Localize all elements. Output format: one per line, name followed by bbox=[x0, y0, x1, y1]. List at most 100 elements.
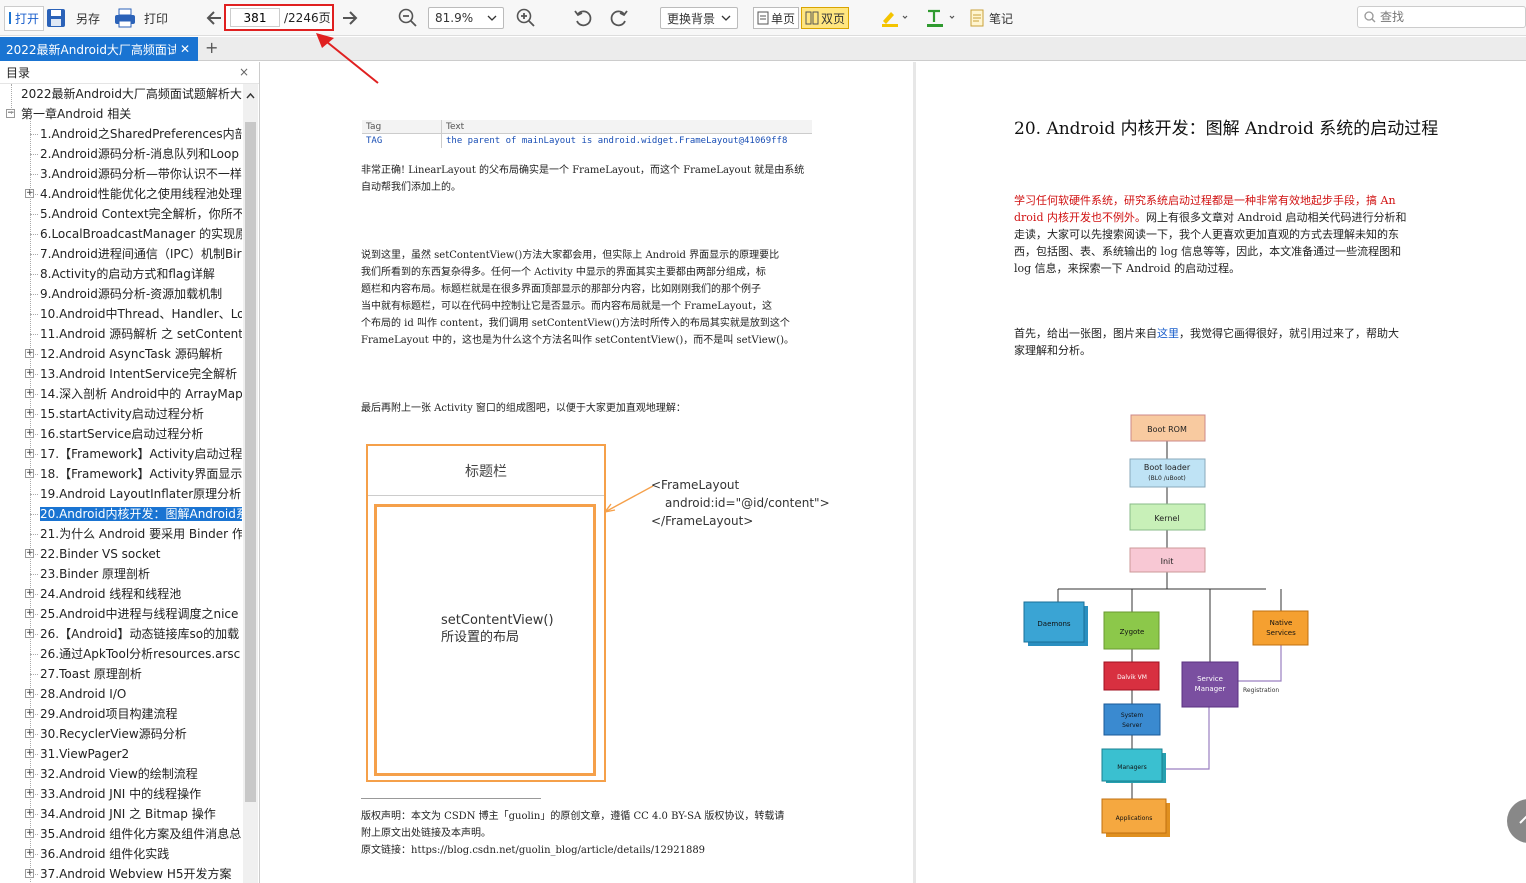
zoom-select[interactable]: 81.9% bbox=[428, 4, 504, 32]
paragraph: 最后再附上一张 Activity 窗口的组成图吧，以便于大家更加直观地理解： bbox=[361, 403, 686, 414]
print-button[interactable]: 打印 bbox=[114, 4, 168, 32]
rotate-left-button[interactable] bbox=[573, 4, 593, 32]
page-number-box: /2246页 bbox=[224, 4, 334, 31]
toc-item[interactable]: 14.深入剖析 Android中的 ArrayMap bbox=[40, 384, 242, 404]
toc-item[interactable]: 20.Android内核开发：图解Android系 bbox=[40, 504, 242, 524]
page-number-input[interactable] bbox=[230, 8, 280, 27]
toc-item[interactable]: 1.Android之SharedPreferences内部 bbox=[40, 124, 242, 144]
toc-item[interactable]: 27.Toast 原理剖析 bbox=[40, 664, 242, 684]
search-icon bbox=[1364, 11, 1376, 23]
add-tab-icon[interactable]: + bbox=[205, 38, 218, 57]
double-page-icon bbox=[805, 11, 819, 25]
saveas-button[interactable]: 另存 bbox=[46, 4, 100, 32]
applications-label: Applications bbox=[1116, 815, 1153, 822]
toc-item[interactable]: 23.Binder 原理剖析 bbox=[40, 564, 242, 584]
toc-item[interactable]: 26.通过ApkTool分析resources.arsc bbox=[40, 644, 242, 664]
toc-item[interactable]: 16.startService启动过程分析 bbox=[40, 424, 242, 444]
toc-item[interactable]: 36.Android 组件化实践 bbox=[40, 844, 242, 864]
close-icon[interactable]: × bbox=[239, 65, 249, 79]
toc-item[interactable]: 18.【Framework】Activity界面显示全 bbox=[40, 464, 242, 484]
zoom-in-icon bbox=[516, 8, 535, 27]
toc-item[interactable]: 25.Android中进程与线程调度之nice bbox=[40, 604, 242, 624]
toc-item[interactable]: 32.Android View的绘制流程 bbox=[40, 764, 242, 784]
open-button[interactable]: 打开 bbox=[4, 4, 45, 32]
single-page-button[interactable]: 单页 bbox=[753, 4, 800, 32]
scrollbar-thumb[interactable] bbox=[245, 122, 256, 802]
search-box[interactable] bbox=[1357, 6, 1526, 28]
toc-item[interactable]: 30.RecyclerView源码分析 bbox=[40, 724, 242, 744]
arrow-right-icon bbox=[343, 11, 358, 25]
activity-window-figure: 标题栏 setContentView() 所设置的布局 bbox=[366, 444, 606, 782]
document-viewer: Tag Text TAG the parent of mainLayout is… bbox=[261, 62, 1526, 883]
text-color-button[interactable] bbox=[925, 4, 957, 32]
prev-page-button[interactable] bbox=[205, 4, 223, 32]
chevron-up-icon[interactable] bbox=[246, 88, 255, 102]
tab-bar: 2022最新Android大厂高频面试 ✕ + bbox=[0, 37, 1526, 61]
toc-item[interactable]: 11.Android 源码解析 之 setContent bbox=[40, 324, 242, 344]
toc-item[interactable]: 17.【Framework】Activity启动过程全 bbox=[40, 444, 242, 464]
toc-scrollbar[interactable] bbox=[243, 84, 258, 883]
toc-item[interactable]: 12.Android AsyncTask 源码解析 bbox=[40, 344, 242, 364]
close-icon[interactable]: ✕ bbox=[180, 42, 190, 56]
toc-item[interactable]: 10.Android中Thread、Handler、Lo bbox=[40, 304, 242, 324]
document-tab[interactable]: 2022最新Android大厂高频面试 ✕ bbox=[0, 37, 198, 61]
native-services-label-2: Services bbox=[1266, 629, 1296, 637]
toc-header: 目录 × bbox=[0, 62, 259, 84]
boot-rom-label: Boot ROM bbox=[1147, 425, 1187, 434]
toc-item[interactable]: 24.Android 线程和线程池 bbox=[40, 584, 242, 604]
zoom-out-icon bbox=[398, 8, 417, 27]
search-input[interactable] bbox=[1380, 10, 1510, 24]
native-services-label-1: Native bbox=[1270, 619, 1293, 627]
boot-diagram: Boot ROM Boot loader (BL0 /uBoot) Kernel… bbox=[1023, 414, 1309, 837]
toc-item[interactable]: 7.Android进程间通信（IPC）机制Bir bbox=[40, 244, 242, 264]
log-table: Tag Text TAG the parent of mainLayout is… bbox=[362, 120, 812, 148]
toc-item[interactable]: 22.Binder VS socket bbox=[40, 544, 242, 564]
toc-item[interactable]: 28.Android I/O bbox=[40, 684, 242, 704]
double-page-button[interactable]: 双页 bbox=[801, 4, 850, 32]
toc-item[interactable]: 26.【Android】动态链接库so的加载 bbox=[40, 624, 242, 644]
content-region: setContentView() 所设置的布局 bbox=[374, 504, 596, 776]
paragraph: 非常正确! LinearLayout 的父布局确实是一个 FrameLayout… bbox=[361, 165, 805, 193]
toc-item[interactable]: 21.为什么 Android 要采用 Binder 作 bbox=[40, 524, 242, 544]
toc-item[interactable]: 5.Android Context完全解析，你所不 bbox=[40, 204, 242, 224]
divider bbox=[361, 798, 541, 799]
toc-item[interactable]: 31.ViewPager2 bbox=[40, 744, 242, 764]
toc-item[interactable]: 19.Android LayoutInflater原理分析, bbox=[40, 484, 242, 504]
printer-icon bbox=[115, 8, 135, 28]
chevron-down-icon bbox=[721, 15, 731, 21]
toc-item[interactable]: 3.Android源码分析—带你认识不一样 bbox=[40, 164, 242, 184]
toc-item[interactable]: 34.Android JNI 之 Bitmap 操作 bbox=[40, 804, 242, 824]
single-page-icon bbox=[757, 11, 769, 25]
table-header: Tag Text bbox=[362, 120, 812, 134]
toc-item[interactable]: 4.Android性能优化之使用线程池处理 bbox=[40, 184, 242, 204]
toc-item[interactable]: 15.startActivity启动过程分析 bbox=[40, 404, 242, 424]
daemons-label: Daemons bbox=[1037, 620, 1071, 628]
note-icon bbox=[970, 9, 984, 27]
service-manager-label-1: Service bbox=[1197, 675, 1223, 683]
toc-item[interactable]: 2.Android源码分析-消息队列和Loop bbox=[40, 144, 242, 164]
note-button[interactable]: 笔记 bbox=[969, 4, 1013, 32]
rotate-right-button[interactable] bbox=[609, 4, 629, 32]
source-link[interactable]: 这里 bbox=[1157, 327, 1179, 340]
toc-item[interactable]: 35.Android 组件化方案及组件消息总 bbox=[40, 824, 242, 844]
highlight-button[interactable] bbox=[880, 4, 908, 32]
toc-item[interactable]: 9.Android源码分析-资源加载机制 bbox=[40, 284, 242, 304]
zoom-out-button[interactable] bbox=[398, 4, 418, 32]
toc-item[interactable]: 33.Android JNI 中的线程操作 bbox=[40, 784, 242, 804]
framelayout-code: <FrameLayout android:id="@id/content"> <… bbox=[651, 478, 830, 528]
section-title: 20. Android 内核开发：图解 Android 系统的启动过程 bbox=[1014, 119, 1439, 139]
page-right: 20. Android 内核开发：图解 Android 系统的启动过程 学习任何… bbox=[916, 62, 1526, 883]
text-tool-icon bbox=[927, 9, 955, 27]
toc-item[interactable]: 13.Android IntentService完全解析 当 bbox=[40, 364, 242, 384]
toc-item[interactable]: 6.LocalBroadcastManager 的实现原 bbox=[40, 224, 242, 244]
toc-chapter-item[interactable]: 第一章Android 相关 bbox=[21, 104, 242, 124]
toc-item[interactable]: 29.Android项目构建流程 bbox=[40, 704, 242, 724]
toc-item[interactable]: 37.Android Webview H5开发方案 bbox=[40, 864, 242, 883]
zygote-label: Zygote bbox=[1120, 628, 1145, 636]
table-row: TAG the parent of mainLayout is android.… bbox=[362, 134, 812, 148]
scroll-top-button[interactable] bbox=[1507, 799, 1526, 843]
background-select[interactable]: 更换背景 bbox=[660, 4, 738, 32]
toc-item[interactable]: 8.Activity的启动方式和flag详解 bbox=[40, 264, 242, 284]
zoom-in-button[interactable] bbox=[516, 4, 536, 32]
toc-root-item[interactable]: 2022最新Android大厂高频面试题解析大 bbox=[21, 84, 242, 104]
